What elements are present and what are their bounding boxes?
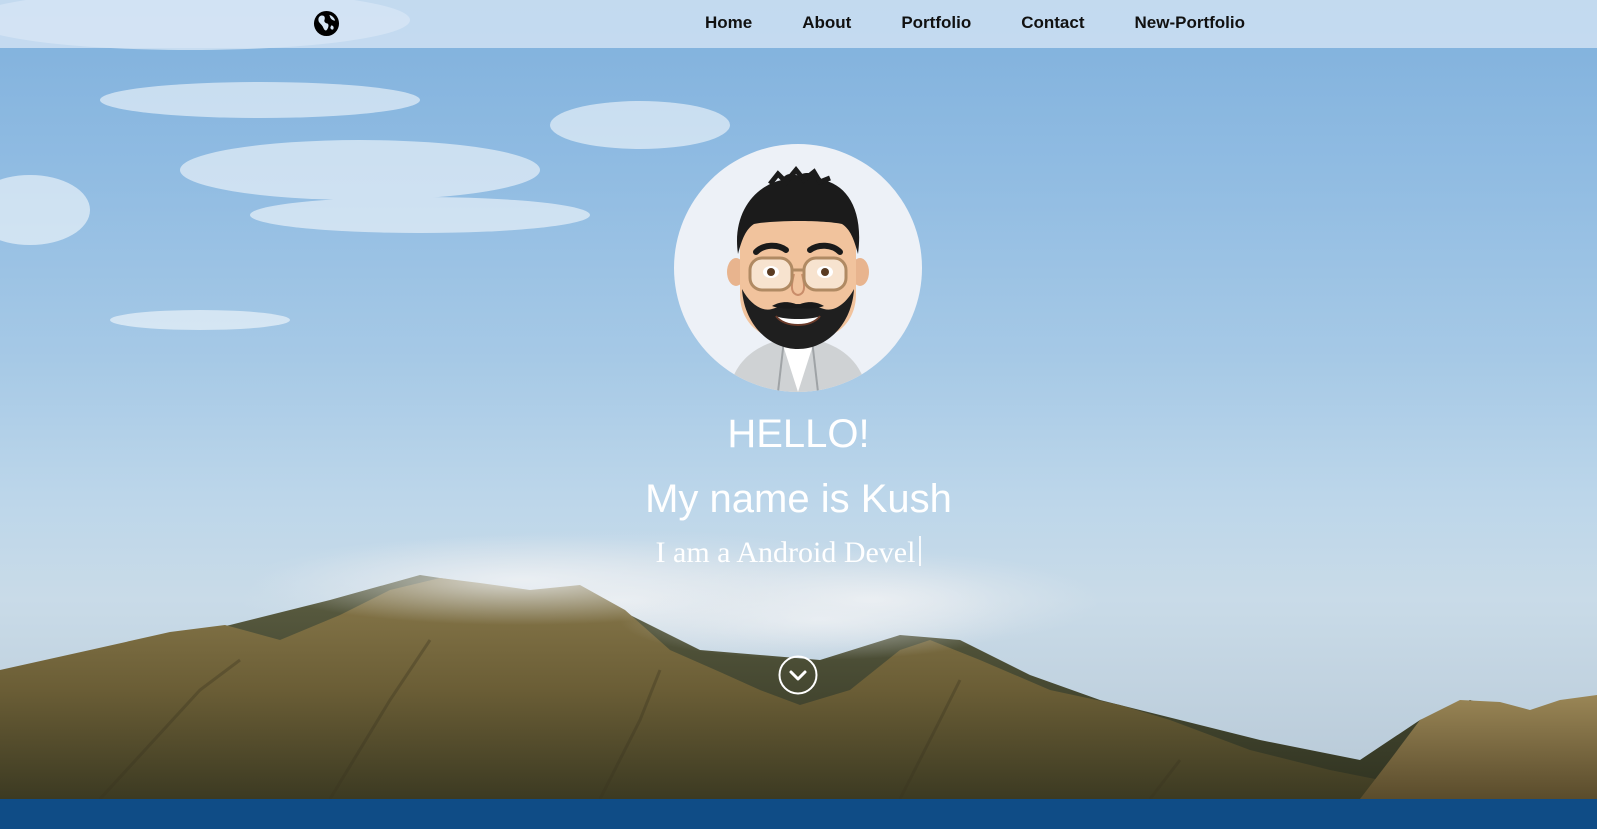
nav-links: Home About Portfolio Contact New-Portfol…: [705, 0, 1245, 46]
nav-about[interactable]: About: [802, 13, 851, 33]
footer-bar: [0, 799, 1597, 829]
avatar-illustration: [727, 166, 869, 392]
chevron-down-circle-icon[interactable]: [778, 655, 818, 695]
globe-icon[interactable]: [313, 10, 340, 37]
nav-new-portfolio[interactable]: New-Portfolio: [1135, 13, 1246, 33]
typing-caret: [919, 536, 922, 566]
nav-portfolio[interactable]: Portfolio: [901, 13, 971, 33]
name-heading: My name is Kush: [645, 477, 952, 521]
avatar: [674, 144, 922, 392]
typed-role-value: I am a Android Devel: [655, 536, 916, 569]
nav-home[interactable]: Home: [705, 13, 752, 33]
typed-role-text: I am a Android Devel: [0, 533, 1587, 573]
hello-heading: HELLO!: [727, 412, 870, 456]
nav-contact[interactable]: Contact: [1021, 13, 1084, 33]
top-navbar: Home About Portfolio Contact New-Portfol…: [0, 0, 1597, 48]
